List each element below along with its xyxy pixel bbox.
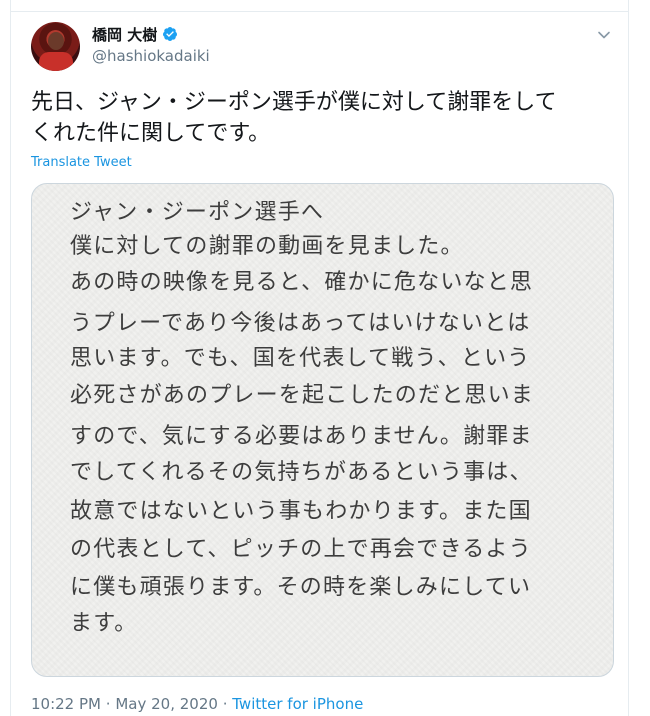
translate-tweet-link[interactable]: Translate Tweet	[31, 155, 132, 170]
image-text-line: 思います。でも、国を代表して戦う、という	[70, 346, 531, 371]
image-text-line: うプレーであり今後はあってはいけないとは	[70, 311, 531, 336]
user-handle[interactable]: @hashiokadaiki	[92, 47, 210, 65]
frame-left-border	[10, 0, 11, 716]
tweet-meta: 10:22 PM · May 20, 2020 · Twitter for iP…	[31, 695, 363, 713]
image-text-line: に僕も頑張ります。その時を楽しみにしてい	[70, 575, 532, 600]
image-text-line: あの時の映像を見ると、確かに危ないなと思	[70, 270, 534, 295]
meta-separator: ·	[222, 695, 228, 713]
tweet-time[interactable]: 10:22 PM	[31, 695, 101, 713]
tweet-text: 先日、ジャン・ジーポン選手が僕に対して謝罪をして くれた件に関してです。	[31, 87, 611, 149]
image-text-line: ます。	[70, 611, 138, 636]
user-name-row[interactable]: 橋岡 大樹	[92, 24, 178, 44]
tweet-image[interactable]: ジャン・ジーポン選手へ 僕に対しての謝罪の動画を見ました。 あの時の映像を見ると…	[31, 183, 614, 677]
tweet-date[interactable]: May 20, 2020	[115, 695, 218, 713]
frame-top-border	[10, 11, 629, 12]
meta-separator: ·	[105, 695, 111, 713]
chevron-down-icon[interactable]	[597, 28, 611, 42]
image-text-line: の代表として、ピッチの上で再会できるよう	[70, 537, 532, 562]
tweet-text-line: くれた件に関してです。	[31, 121, 271, 146]
avatar[interactable]	[31, 22, 80, 71]
display-name[interactable]: 橋岡 大樹	[92, 24, 157, 45]
image-text-line: 必死さがあのプレーを起こしたのだと思いま	[70, 383, 535, 408]
tweet-source-link[interactable]: Twitter for iPhone	[232, 695, 363, 713]
image-text-line: 僕に対しての謝罪の動画を見ました。	[70, 234, 464, 259]
image-text-line: 故意ではないという事もわかります。また国	[70, 499, 532, 524]
image-text-line: すので、気にする必要はありません。謝罪ま	[70, 424, 533, 449]
image-text-line: ジャン・ジーポン選手へ	[70, 200, 325, 225]
verified-badge-icon	[163, 27, 178, 41]
frame-right-border	[628, 0, 629, 716]
avatar-shirt	[39, 52, 73, 71]
tweet-text-line: 先日、ジャン・ジーポン選手が僕に対して謝罪をして	[31, 90, 557, 115]
avatar-head	[48, 32, 64, 50]
image-text-line: でしてくれるその気持ちがあるという事は、	[70, 460, 533, 485]
